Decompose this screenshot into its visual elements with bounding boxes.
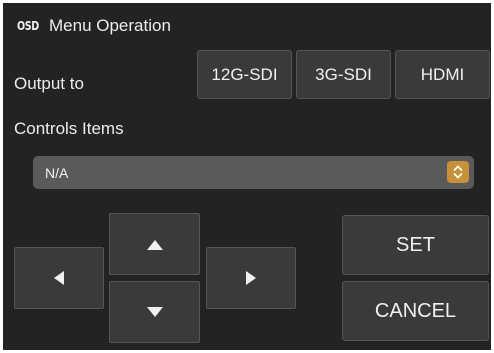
output-to-label: Output to <box>14 74 84 93</box>
panel-title: Menu Operation <box>49 16 171 35</box>
osd-menu-panel: OSD Menu Operation Output to 12G-SDI 3G-… <box>3 3 491 350</box>
output-3g-sdi-button[interactable]: 3G-SDI <box>296 50 391 99</box>
title-row: OSD Menu Operation <box>17 15 171 37</box>
arrow-up-icon <box>146 239 163 250</box>
updown-chevron-icon[interactable] <box>447 161 469 183</box>
arrow-right-icon <box>246 271 256 285</box>
controls-items-select[interactable]: N/A <box>33 156 474 189</box>
arrow-down-icon <box>146 306 163 317</box>
output-hdmi-button[interactable]: HDMI <box>395 50 490 99</box>
nav-up-button[interactable] <box>109 213 200 275</box>
output-12g-sdi-button[interactable]: 12G-SDI <box>197 50 292 99</box>
cancel-button[interactable]: CANCEL <box>342 281 489 341</box>
nav-right-button[interactable] <box>206 247 296 309</box>
arrow-left-icon <box>54 271 64 285</box>
nav-left-button[interactable] <box>14 247 104 309</box>
controls-items-label: Controls Items <box>14 119 124 138</box>
controls-items-value: N/A <box>45 164 69 181</box>
set-button[interactable]: SET <box>342 215 489 275</box>
osd-icon: OSD <box>17 19 39 33</box>
nav-down-button[interactable] <box>109 281 200 343</box>
